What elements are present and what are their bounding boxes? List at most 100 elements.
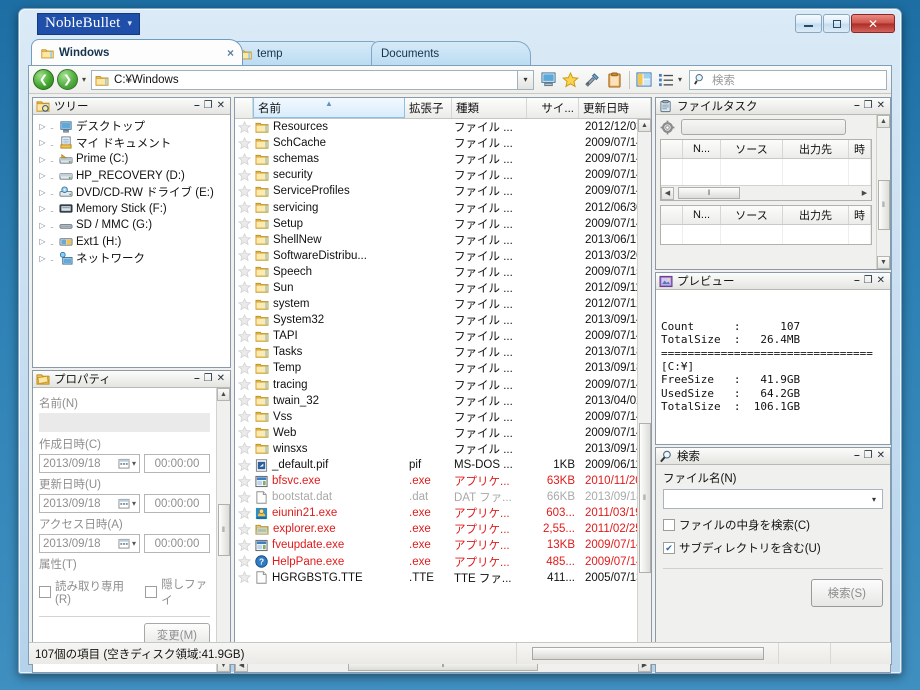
table-row[interactable]: Vss ファイル ... 2009/07/14 11:37:09 <box>235 409 637 425</box>
address-bar[interactable]: C:¥Windows <box>91 69 518 90</box>
tab-documents[interactable]: Documents <box>371 41 531 65</box>
favorite-star-icon[interactable] <box>235 522 253 536</box>
expander-icon[interactable]: ▷ <box>38 254 47 263</box>
column-header-name[interactable]: ▲ 名前 <box>253 98 405 118</box>
properties-scrollbar[interactable]: ▲ ‖ ▼ <box>216 388 230 672</box>
tree-item-ext1-h[interactable]: ▷ .. Ext1 (H:) <box>35 234 230 251</box>
expander-icon[interactable]: ▷ <box>38 122 47 131</box>
search-filename-input[interactable]: ▾ <box>663 489 883 509</box>
favorite-star-icon[interactable] <box>235 313 253 327</box>
table-row[interactable]: winsxs ファイル ... 2013/09/14 01:12:46 <box>235 441 637 457</box>
table-row[interactable]: HGRGBSTG.TTE .TTE TTE ファ... 411... 2005/07/1… <box>235 570 637 586</box>
scroll-right-button[interactable]: ▶ <box>858 187 871 200</box>
tree-item-prime-c[interactable]: ▷ .. Prime (C:) <box>35 151 230 168</box>
expander-icon[interactable]: ▷ <box>38 138 47 147</box>
grid-col-n[interactable]: N... <box>683 140 721 158</box>
tasks-minimize-button[interactable]: – <box>854 101 860 111</box>
table-row[interactable]: eiunin21.exe .exe アプリケ... 603... 2011/03/19 … <box>235 505 637 521</box>
expander-icon[interactable]: ▷ <box>38 171 47 180</box>
search-input[interactable]: 検索 <box>689 69 887 90</box>
table-row[interactable]: TAPI ファイル ... 2009/07/14 13:46:36 <box>235 328 637 344</box>
favorite-star-icon[interactable] <box>235 426 253 439</box>
favorite-star-icon[interactable] <box>235 506 253 520</box>
table-row[interactable]: explorer.exe .exe アプリケ... 2,55... 2011/02/25… <box>235 521 637 537</box>
table-row[interactable]: Web ファイル ... 2009/07/14 13:52:30 <box>235 425 637 441</box>
table-row[interactable]: servicing ファイル ... 2012/06/30 03:31:47 <box>235 199 637 215</box>
tasks-scrollbar[interactable]: ▲ ‖ ▼ <box>876 115 890 269</box>
favorite-star-icon[interactable] <box>235 490 253 504</box>
favorite-star-icon[interactable] <box>235 233 253 246</box>
favorite-star-icon[interactable] <box>560 69 582 91</box>
table-row[interactable]: Sun ファイル ... 2012/09/11 00:40:12 <box>235 280 637 296</box>
tasks-close-button[interactable]: ✕ <box>877 101 885 111</box>
table-row[interactable]: SoftwareDistribu... ファイル ... 2013/03/20 14… <box>235 248 637 264</box>
tree-item-dvd-drive-e[interactable]: ▷ .. DVD/CD-RW ドライブ (E:) <box>35 184 230 201</box>
table-row[interactable]: tracing ファイル ... 2009/07/14 11:04:02 <box>235 377 637 393</box>
table-row[interactable]: security ファイル ... 2009/07/14 11:37:07 <box>235 167 637 183</box>
grid-col-n[interactable]: N... <box>683 206 721 224</box>
tree-item-network[interactable]: ▷ .. ネットワーク <box>35 250 230 267</box>
favorite-star-icon[interactable] <box>235 329 253 343</box>
properties-modified-time-input[interactable]: 00:00:00 <box>144 494 210 513</box>
status-scroll-thumb[interactable] <box>531 647 764 660</box>
favorite-star-icon[interactable] <box>235 297 253 311</box>
tab-windows[interactable]: Windows × <box>31 39 243 65</box>
back-button[interactable]: ❮ <box>33 69 54 90</box>
tasks-grid-1[interactable]: N... ソース 出力先 時 ◀ ‖ ▶ <box>660 139 872 201</box>
app-title-menu[interactable]: NobleBullet ▾ <box>37 13 141 35</box>
search-subdir-checkbox[interactable] <box>663 542 675 554</box>
favorite-star-icon[interactable] <box>235 555 253 568</box>
column-header-type[interactable]: 種類 <box>452 98 527 118</box>
calendar-icon[interactable] <box>118 538 130 549</box>
expander-icon[interactable]: ▷ <box>38 188 47 197</box>
properties-created-time-input[interactable]: 00:00:00 <box>144 454 210 473</box>
clipboard-icon[interactable] <box>604 69 626 91</box>
properties-accessed-time-input[interactable]: 00:00:00 <box>144 534 210 553</box>
scroll-thumb[interactable]: ‖ <box>638 423 651 573</box>
computer-icon[interactable] <box>538 69 560 91</box>
table-row[interactable]: System32 ファイル ... 2013/09/14 01:11:18 <box>235 312 637 328</box>
table-row[interactable]: fveupdate.exe .exe アプリケ... 13KB 2009/07/14 1… <box>235 537 637 553</box>
favorite-star-icon[interactable] <box>235 120 253 134</box>
table-row[interactable]: system ファイル ... 2012/07/12 15:20:32 <box>235 296 637 312</box>
resize-grip[interactable] <box>831 643 891 664</box>
favorite-star-icon[interactable] <box>235 201 253 214</box>
scroll-up-button[interactable]: ▲ <box>217 388 230 401</box>
table-row[interactable]: Temp ファイル ... 2013/09/18 17:35:59 <box>235 360 637 376</box>
search-button[interactable]: 検索(S) <box>810 579 883 607</box>
file-list-vscrollbar[interactable]: ▲ ‖ ▼ <box>637 119 651 657</box>
favorite-star-icon[interactable] <box>235 571 253 584</box>
status-scrollbar[interactable] <box>517 643 779 664</box>
favorite-star-icon[interactable] <box>235 458 253 472</box>
tab-temp[interactable]: temp <box>229 41 385 65</box>
grid-col-time[interactable]: 時 <box>849 206 871 224</box>
scroll-up-button[interactable]: ▲ <box>638 119 651 132</box>
favorite-star-icon[interactable] <box>235 410 253 423</box>
chevron-down-icon[interactable]: ▾ <box>132 459 136 468</box>
favorite-star-icon[interactable] <box>235 345 253 359</box>
tasks-grid-2[interactable]: N... ソース 出力先 時 <box>660 205 872 245</box>
address-dropdown-icon[interactable]: ▾ <box>517 69 534 90</box>
favorite-star-icon[interactable] <box>235 281 253 294</box>
favorite-star-icon[interactable] <box>235 168 253 182</box>
column-header-date[interactable]: 更新日時 <box>579 98 651 118</box>
properties-modified-date-input[interactable]: 2013/09/18 ▾ <box>39 494 140 513</box>
close-button[interactable]: ✕ <box>851 14 895 33</box>
table-row[interactable]: Resources ファイル ... 2012/12/03 22:04:22 <box>235 119 637 135</box>
table-row[interactable]: Tasks ファイル ... 2013/07/18 16:37:18 <box>235 344 637 360</box>
scroll-up-button[interactable]: ▲ <box>877 115 890 128</box>
search-restore-button[interactable]: ❐ <box>864 451 873 461</box>
search-close-button[interactable]: ✕ <box>877 451 885 461</box>
tab-close-icon[interactable]: × <box>217 46 234 60</box>
chevron-down-icon[interactable]: ▾ <box>132 539 136 548</box>
table-row[interactable]: _default.pif pif MS-DOS ... 1KB 2009/06/11 0… <box>235 457 637 473</box>
table-row[interactable]: bootstat.dat .dat DAT ファ... 66KB 2013/09/18 … <box>235 489 637 505</box>
column-header-ext[interactable]: 拡張子 <box>405 98 452 118</box>
expander-icon[interactable]: ▷ <box>38 221 47 230</box>
scroll-thumb[interactable]: ‖ <box>217 504 230 556</box>
table-row[interactable]: ShellNew ファイル ... 2013/06/17 10:30:26 <box>235 232 637 248</box>
chevron-down-icon[interactable]: ▾ <box>866 495 882 504</box>
search-contents-checkbox[interactable] <box>663 519 675 531</box>
tree-item-sd-mmc-g[interactable]: ▷ .. SD / MMC (G:) <box>35 217 230 234</box>
favorite-star-icon[interactable] <box>235 474 253 488</box>
